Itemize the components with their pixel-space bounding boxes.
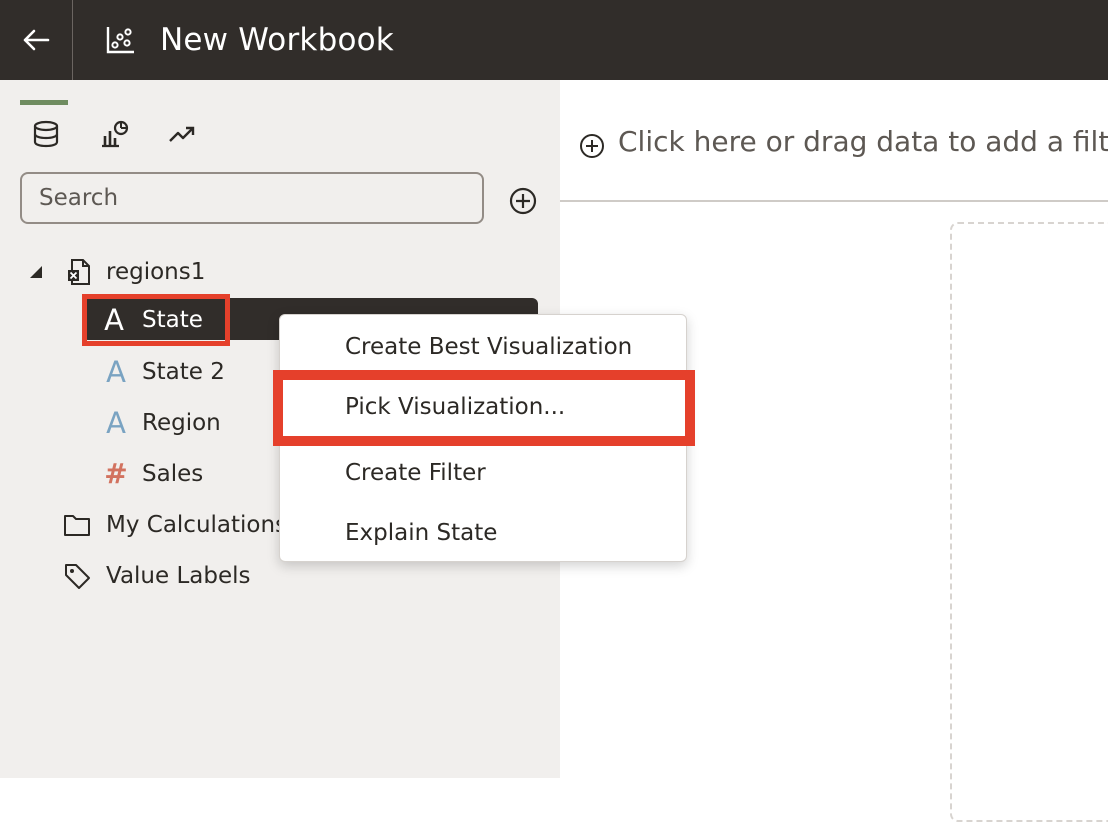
active-tab-indicator (20, 100, 68, 105)
folder-label: Value Labels (106, 563, 251, 589)
highlight-box-state (82, 294, 230, 346)
menu-item-create-filter[interactable]: Create Filter (345, 457, 486, 489)
folder-value-labels[interactable]: Value Labels (62, 554, 292, 598)
column-label: Sales (142, 461, 204, 487)
add-data-button[interactable] (506, 184, 540, 218)
filter-bar[interactable]: Click here or drag data to add a filter (560, 80, 1108, 200)
search-field[interactable] (20, 172, 484, 224)
top-bar: New Workbook (0, 0, 1108, 80)
visualizations-icon (102, 120, 129, 148)
add-filter-icon[interactable] (578, 132, 606, 160)
dataset-node[interactable]: regions1 (20, 250, 280, 294)
tab-analytics[interactable] (162, 114, 202, 154)
topbar-divider (72, 0, 73, 80)
chart-icon (106, 27, 134, 54)
highlight-box-pick-visualization (273, 370, 695, 446)
back-button[interactable] (0, 0, 72, 80)
folder-icon (64, 515, 90, 536)
menu-item-create-best-visualization[interactable]: Create Best Visualization (345, 331, 632, 363)
search-input[interactable] (22, 174, 482, 222)
trend-icon (169, 126, 195, 142)
canvas-drop-zone[interactable] (950, 222, 1108, 822)
column-state-2[interactable]: A State 2 (82, 350, 282, 394)
tab-data[interactable] (26, 114, 66, 154)
column-sales[interactable]: # Sales (82, 452, 282, 496)
text-column-icon: A (106, 406, 126, 440)
folder-my-calculations[interactable]: My Calculations (62, 503, 292, 547)
excel-file-icon (68, 259, 90, 285)
column-label: State 2 (142, 359, 225, 385)
menu-item-explain-state[interactable]: Explain State (345, 517, 497, 549)
folder-label: My Calculations (106, 512, 288, 538)
dataset-label: regions1 (106, 259, 206, 285)
arrow-left-icon (23, 29, 50, 51)
database-icon (33, 120, 59, 148)
filter-divider (560, 200, 1108, 202)
tab-visualizations[interactable] (94, 114, 134, 154)
text-column-icon: A (106, 355, 126, 389)
filter-hint: Click here or drag data to add a filter (618, 125, 1108, 158)
number-column-icon: # (104, 457, 128, 490)
collapse-triangle-icon[interactable] (24, 259, 50, 285)
column-region[interactable]: A Region (82, 401, 282, 445)
workbook-title: New Workbook (160, 22, 394, 58)
column-label: Region (142, 410, 221, 436)
tag-icon (65, 564, 90, 589)
